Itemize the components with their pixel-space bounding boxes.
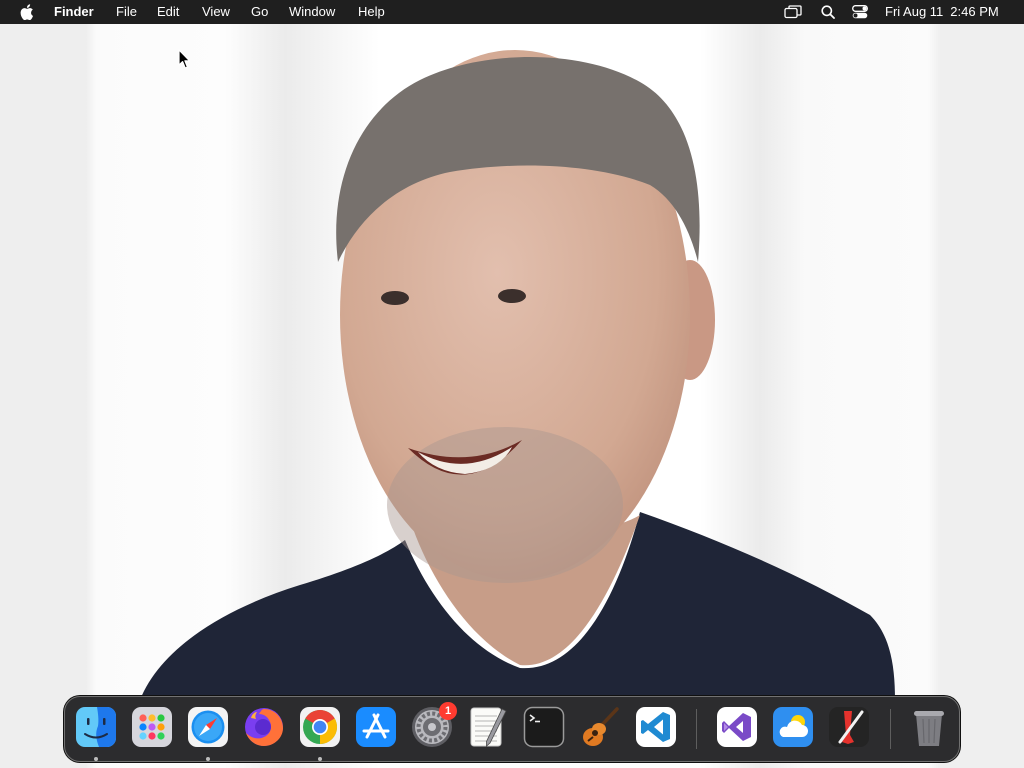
desktop-wallpaper — [0, 0, 1024, 768]
dock-item-vscode[interactable] — [635, 706, 677, 760]
launchpad-icon — [132, 707, 172, 747]
menu-app-name[interactable]: Finder — [54, 0, 94, 24]
portrait-eye-left — [381, 291, 409, 305]
dock-item-launchpad[interactable] — [131, 706, 173, 760]
arrow-pointer-icon — [178, 49, 191, 69]
apple-logo-icon[interactable] — [20, 3, 34, 20]
textedit-icon — [470, 707, 507, 747]
visual-studio-icon — [717, 707, 757, 747]
search-icon[interactable] — [821, 5, 835, 19]
menu-edit[interactable]: Edit — [157, 0, 179, 24]
dock-separator — [890, 709, 891, 749]
clock-date: Fri Aug 11 — [885, 4, 944, 19]
chrome-icon — [300, 707, 340, 747]
garageband-icon — [583, 707, 619, 746]
portrait-eye-right — [498, 289, 526, 303]
dock-item-system-settings[interactable]: 1 — [411, 702, 457, 760]
menu-bar: Finder File Edit View Go Window Help Fri… — [0, 0, 1024, 24]
running-indicator — [318, 757, 322, 761]
dock-item-garageband[interactable] — [579, 706, 621, 760]
dock-item-visual-studio[interactable] — [716, 706, 758, 760]
vscode-icon — [636, 707, 676, 747]
running-indicator — [206, 757, 210, 761]
menu-file[interactable]: File — [116, 0, 137, 24]
dock-item-terminal[interactable] — [523, 706, 565, 760]
control-center-icon[interactable] — [852, 5, 868, 19]
dock: 1 — [64, 696, 960, 762]
menu-go[interactable]: Go — [251, 0, 268, 24]
dock-item-safari[interactable] — [187, 706, 229, 761]
menu-view[interactable]: View — [202, 0, 230, 24]
running-indicator — [94, 757, 98, 761]
weather-icon — [773, 707, 813, 747]
dock-item-app-store[interactable] — [355, 706, 397, 760]
dock-item-trash[interactable] — [908, 706, 950, 760]
dock-item-firefox[interactable] — [243, 706, 285, 760]
menu-help[interactable]: Help — [358, 0, 385, 24]
portrait-photo-wallpaper — [140, 50, 895, 700]
firefox-icon — [245, 708, 283, 746]
menu-clock[interactable]: Fri Aug 11 2:46 PM — [885, 0, 999, 24]
menu-window[interactable]: Window — [289, 0, 335, 24]
trash-icon — [914, 711, 944, 746]
app-store-icon — [356, 707, 396, 747]
dock-item-weather[interactable] — [772, 706, 814, 760]
screen-mirroring-icon[interactable] — [784, 5, 802, 19]
dock-item-textedit[interactable] — [467, 706, 509, 760]
finder-icon — [76, 707, 116, 747]
terminal-icon — [523, 706, 565, 748]
pen-tool-app-icon — [829, 707, 869, 747]
clock-time: 2:46 PM — [950, 4, 999, 19]
dock-item-finder[interactable] — [75, 706, 117, 761]
notification-badge: 1 — [439, 702, 457, 720]
dock-separator — [696, 709, 697, 749]
dock-item-pen-tool-app[interactable] — [828, 706, 870, 760]
dock-item-chrome[interactable] — [299, 706, 341, 761]
safari-icon — [188, 707, 228, 747]
